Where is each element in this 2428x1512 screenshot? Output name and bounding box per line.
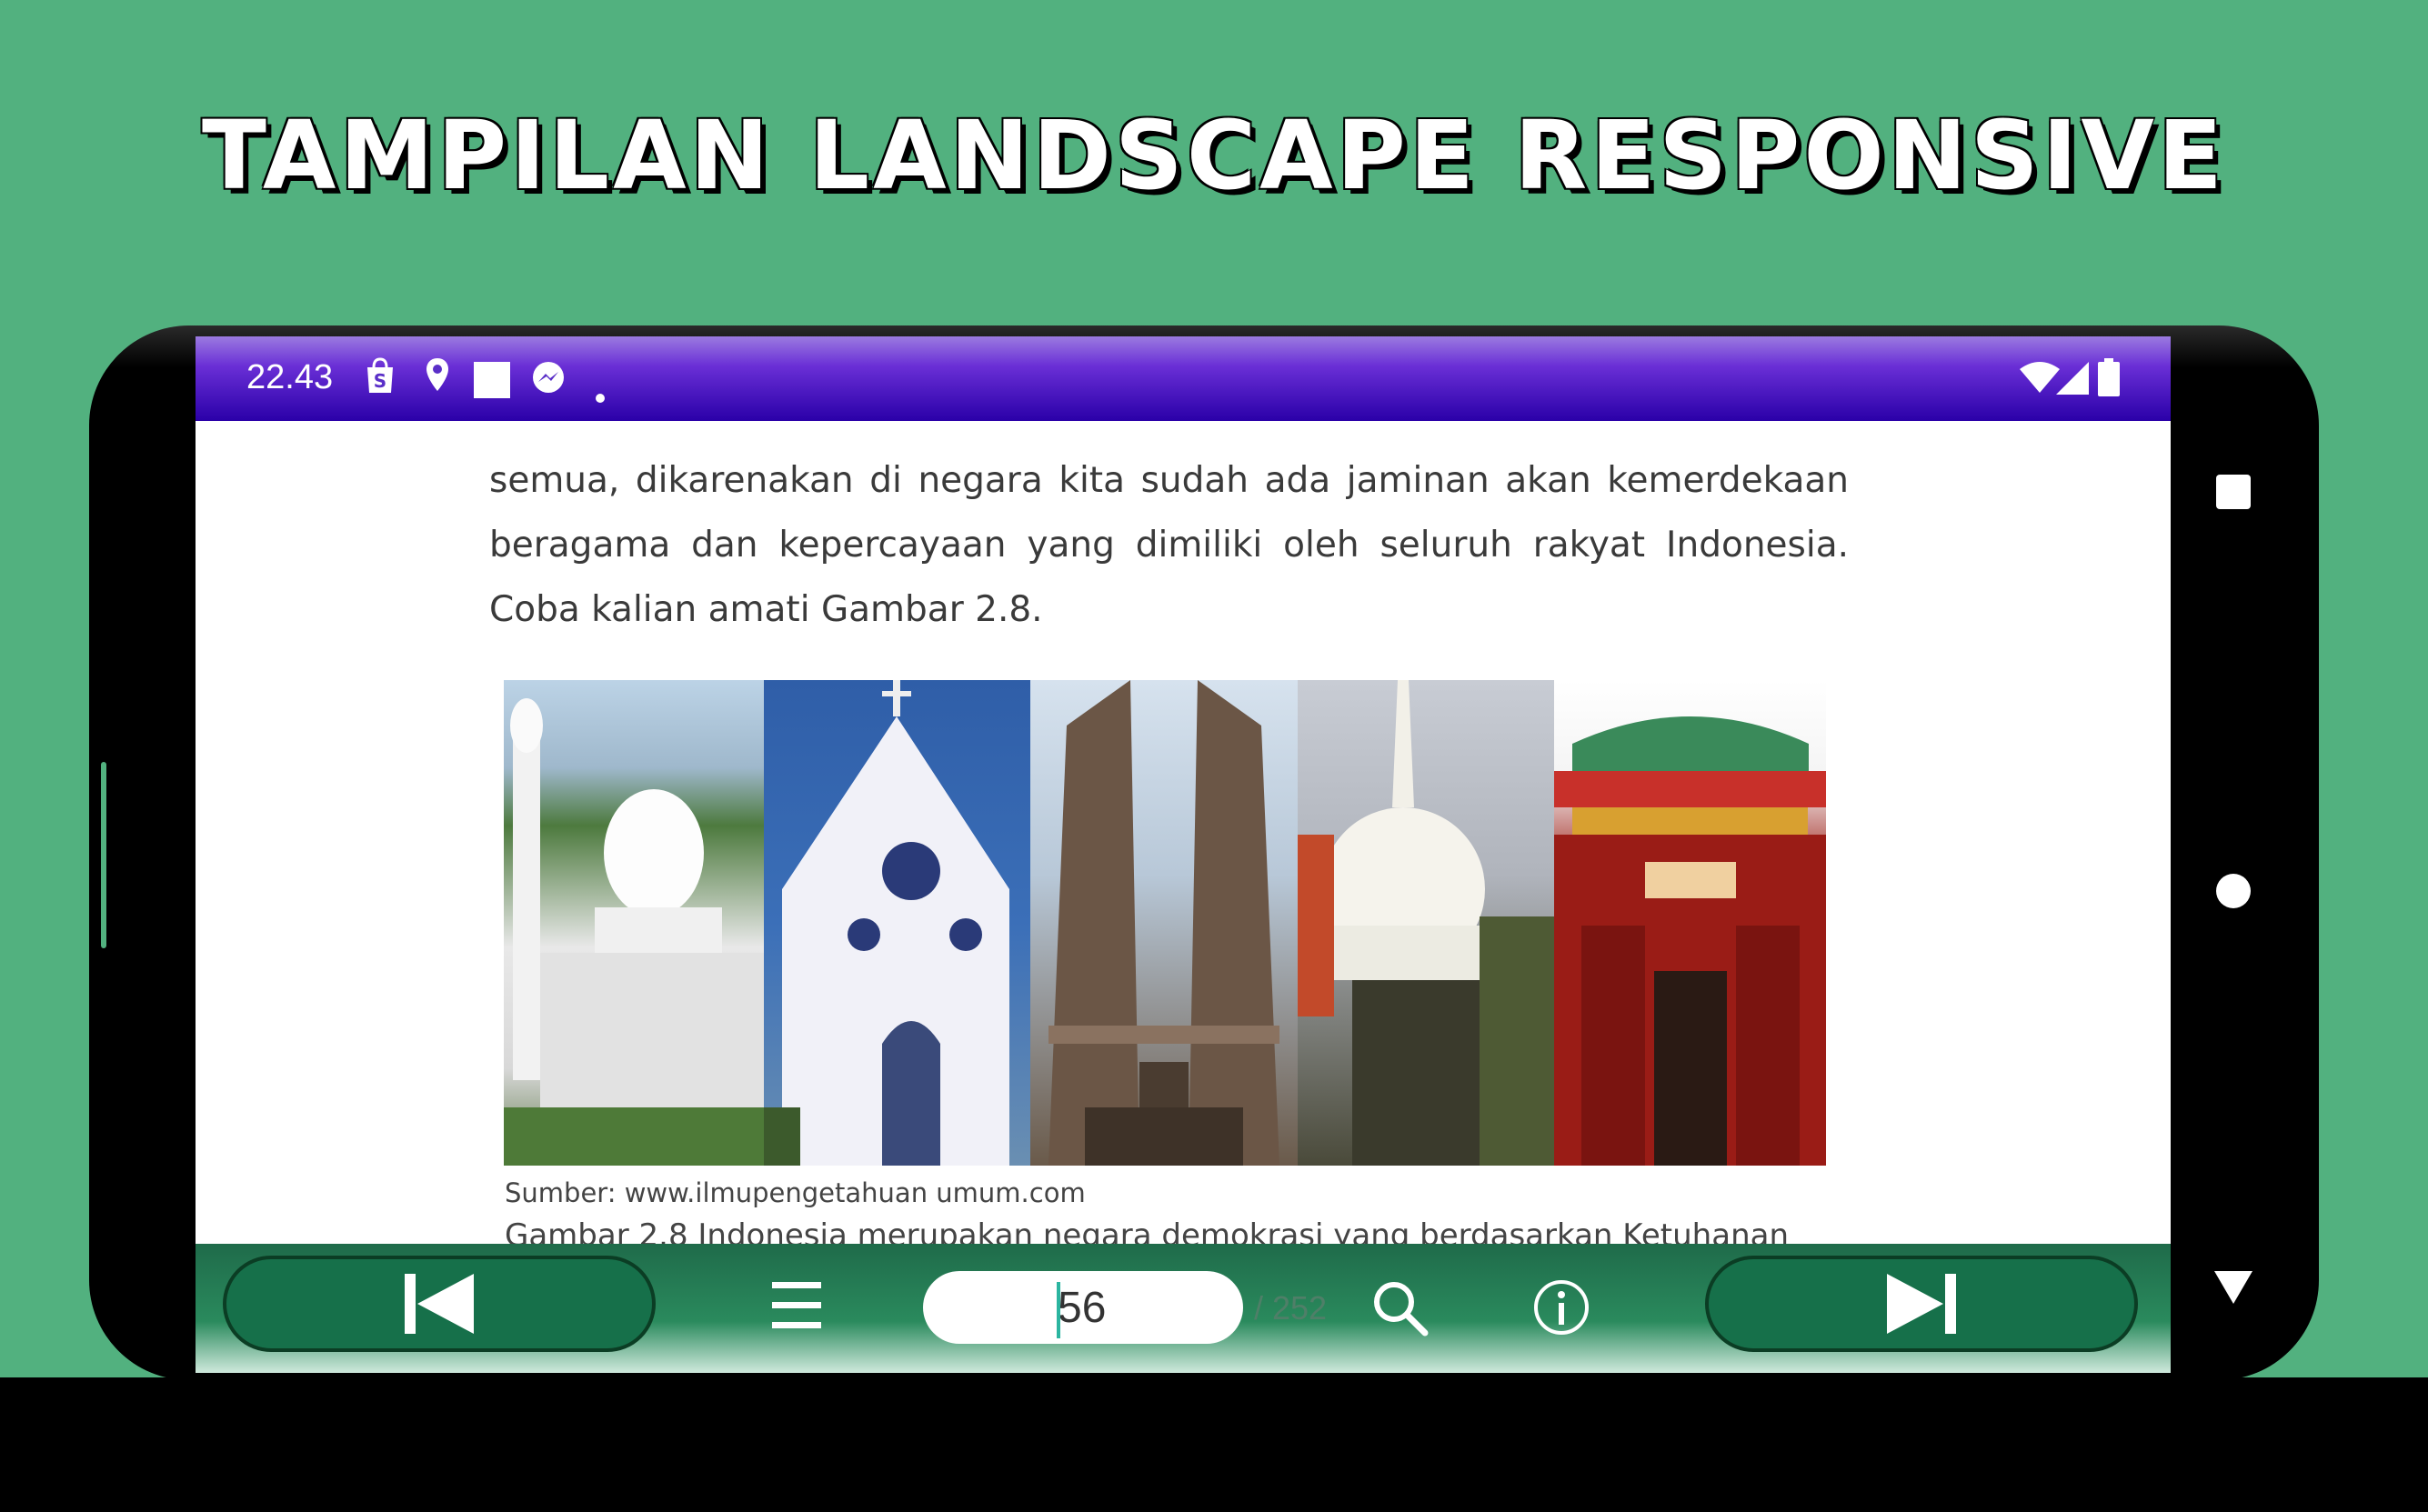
- menu-button[interactable]: [770, 1278, 823, 1336]
- page-content[interactable]: semua, dikarenakan di negara kita sudah …: [196, 421, 2171, 1254]
- info-icon: [1534, 1280, 1589, 1335]
- search-icon: [1374, 1282, 1429, 1337]
- location-pin-icon: [425, 356, 450, 402]
- phone-side-button: [101, 762, 106, 948]
- signal-icon: [2056, 362, 2089, 404]
- total-pages: / 252: [1254, 1289, 1328, 1327]
- wifi-icon: [2020, 362, 2060, 404]
- messenger-icon: [530, 360, 567, 406]
- page-number-input[interactable]: [923, 1271, 1243, 1344]
- back-button[interactable]: [2214, 1271, 2252, 1308]
- recents-square-icon: [2216, 475, 2251, 509]
- chinese-temple-image: [1554, 680, 1826, 1166]
- temple-gate-image: [1030, 680, 1298, 1166]
- figure-source: Sumber: www.ilmupengetahuan umum.com: [505, 1177, 1086, 1208]
- next-page-button[interactable]: [1705, 1256, 2138, 1352]
- square-notification-icon: [474, 362, 510, 407]
- phone-screen: 22.43 S semua, dikarenakan di negara kit…: [196, 336, 2171, 1373]
- back-triangle-icon: [2214, 1271, 2252, 1304]
- home-circle-icon: [2216, 874, 2251, 908]
- stupa-image: [1298, 680, 1554, 1166]
- text-caret: [1057, 1282, 1060, 1338]
- page-paragraph: semua, dikarenakan di negara kita sudah …: [489, 460, 1849, 630]
- system-navigation-bar: [2171, 336, 2298, 1373]
- skip-previous-icon: [405, 1274, 474, 1334]
- home-button[interactable]: [2216, 874, 2251, 913]
- previous-page-button[interactable]: [223, 1256, 656, 1352]
- info-button[interactable]: [1532, 1278, 1590, 1341]
- skip-next-icon: [1887, 1274, 1956, 1334]
- battery-icon: [2098, 358, 2120, 406]
- reader-toolbar: / 252: [196, 1244, 2171, 1373]
- headline: TAMPILAN LANDSCAPE RESPONSIVE: [202, 100, 2226, 211]
- svg-text:S: S: [374, 370, 386, 392]
- figure-2-8: [504, 680, 1826, 1166]
- search-button[interactable]: [1370, 1278, 1429, 1341]
- status-time: 22.43: [246, 358, 334, 396]
- recents-button[interactable]: [2216, 475, 2251, 514]
- status-bar: 22.43 S: [196, 336, 2171, 421]
- mosque-image: [504, 680, 764, 1166]
- dot-icon: [596, 371, 605, 412]
- church-image: [764, 680, 1030, 1166]
- shopee-bag-icon: S: [364, 356, 396, 404]
- menu-icon: [772, 1282, 821, 1328]
